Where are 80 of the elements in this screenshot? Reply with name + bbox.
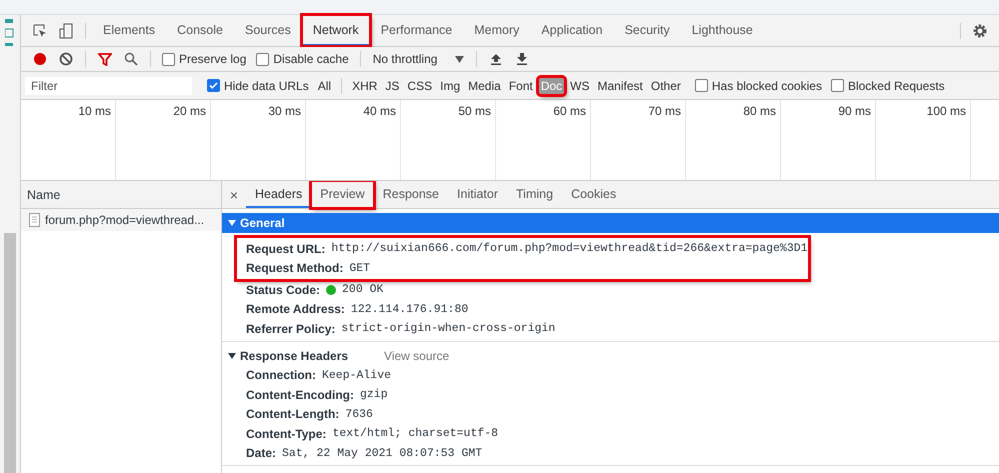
timeline-tick-label: 50 ms bbox=[458, 104, 491, 118]
checkbox[interactable] bbox=[256, 52, 270, 66]
scrollbar-thumb[interactable] bbox=[4, 233, 16, 473]
panel-tab[interactable]: Sources bbox=[234, 15, 302, 46]
checkbox-label: Blocked Requests bbox=[848, 78, 945, 92]
throttling-dropdown[interactable]: No throttling bbox=[366, 52, 470, 66]
header-value: Keep-Alive bbox=[322, 368, 392, 382]
type-filter-button[interactable]: CSS bbox=[404, 76, 436, 94]
panel-tab[interactable]: Memory bbox=[463, 15, 530, 46]
timeline-tick-label: 60 ms bbox=[553, 104, 586, 118]
detail-tab[interactable]: Preview bbox=[311, 181, 374, 208]
type-filter-button[interactable]: XHR bbox=[349, 76, 380, 94]
header-name: Date: bbox=[246, 446, 276, 460]
section-title: General bbox=[240, 216, 285, 230]
page-fragment-icon bbox=[5, 19, 15, 49]
header-name: Referrer Policy: bbox=[246, 322, 336, 336]
panel-tab[interactable]: Security bbox=[614, 15, 681, 46]
header-name: Request Method: bbox=[246, 261, 344, 276]
timeline-tick-label: 10 ms bbox=[78, 104, 111, 118]
checkbox[interactable] bbox=[830, 79, 844, 92]
view-source-link[interactable]: View source bbox=[384, 348, 450, 362]
header-name: Connection: bbox=[246, 368, 316, 382]
header-value: 122.114.176.91:80 bbox=[350, 302, 468, 316]
detail-tab[interactable]: Response bbox=[374, 181, 448, 208]
panel-tab[interactable]: Console bbox=[166, 15, 234, 46]
panel-tab[interactable]: Performance bbox=[370, 15, 464, 46]
header-value: strict-origin-when-cross-origin bbox=[341, 322, 556, 336]
filter-field[interactable]: Filter bbox=[25, 76, 192, 94]
header-value: text/html; charset=utf-8 bbox=[332, 427, 498, 440]
type-filter-button[interactable]: WS bbox=[567, 76, 593, 94]
header-value: 200 OK bbox=[342, 283, 384, 296]
panel-tab[interactable]: Network bbox=[302, 15, 370, 46]
timeline-tick-label: 30 ms bbox=[268, 104, 301, 118]
timeline-tick-label: 100 ms bbox=[926, 104, 966, 118]
checkbox[interactable] bbox=[162, 52, 175, 66]
document-icon bbox=[29, 213, 40, 227]
type-filter-button[interactable]: Other bbox=[648, 76, 684, 94]
header-name: Request URL: bbox=[246, 242, 326, 256]
timeline-tick-label: 80 ms bbox=[743, 104, 776, 118]
checkbox[interactable] bbox=[207, 79, 220, 92]
close-icon[interactable]: × bbox=[222, 186, 246, 202]
header-name: Content-Type: bbox=[246, 426, 326, 441]
detail-tab[interactable]: Timing bbox=[507, 181, 562, 208]
header-value: 7636 bbox=[345, 408, 373, 421]
timeline-tick-label: 20 ms bbox=[173, 104, 206, 118]
request-row[interactable]: forum.php?mod=viewthread... bbox=[21, 209, 221, 231]
column-header[interactable]: Name bbox=[27, 188, 60, 202]
header-value: Sat, 22 May 2021 08:07:53 GMT bbox=[282, 446, 482, 460]
header-value: http://suixian666.com/forum.php?mod=viewthread&tid=266&extra=page%3D1 bbox=[331, 242, 808, 256]
caret-icon[interactable] bbox=[455, 56, 464, 62]
header-value: GET bbox=[349, 262, 370, 275]
section-header[interactable]: General bbox=[222, 213, 999, 233]
disclosure-triangle-icon[interactable] bbox=[228, 352, 236, 360]
type-filter-button[interactable]: All bbox=[314, 76, 334, 94]
panel-tab[interactable]: Lighthouse bbox=[680, 15, 764, 46]
panel-tab[interactable]: Elements bbox=[92, 15, 166, 46]
record-button[interactable] bbox=[33, 52, 47, 66]
panel-tab[interactable]: Application bbox=[530, 15, 614, 46]
type-filter-button[interactable]: Manifest bbox=[594, 76, 646, 94]
detail-tab[interactable]: Headers bbox=[246, 181, 312, 208]
timeline-tick-label: 40 ms bbox=[363, 104, 396, 118]
header-value: gzip bbox=[360, 388, 388, 402]
checkbox-label: Disable cache bbox=[273, 52, 349, 66]
type-filter-button[interactable]: JS bbox=[382, 76, 402, 94]
timeline-tick-label: 70 ms bbox=[648, 104, 681, 118]
section-title: Response Headers bbox=[240, 348, 348, 362]
type-filter-button[interactable]: Img bbox=[437, 76, 464, 94]
header-name: Status Code: bbox=[246, 282, 320, 297]
header-name: Content-Length: bbox=[246, 407, 340, 422]
type-filter-button[interactable]: Font bbox=[506, 76, 536, 94]
checkbox[interactable] bbox=[694, 79, 708, 92]
detail-tab[interactable]: Initiator bbox=[448, 181, 508, 208]
header-name: Content-Encoding: bbox=[246, 388, 354, 402]
header-name: Remote Address: bbox=[246, 302, 345, 316]
detail-tab[interactable]: Cookies bbox=[562, 181, 626, 208]
checkbox-label: Has blocked cookies bbox=[712, 78, 822, 92]
checkbox-label: Hide data URLs bbox=[224, 78, 309, 92]
timeline-tick-label: 90 ms bbox=[838, 104, 871, 118]
type-filter-button[interactable]: Media bbox=[465, 76, 504, 94]
checkbox-label: Preserve log bbox=[179, 52, 246, 66]
